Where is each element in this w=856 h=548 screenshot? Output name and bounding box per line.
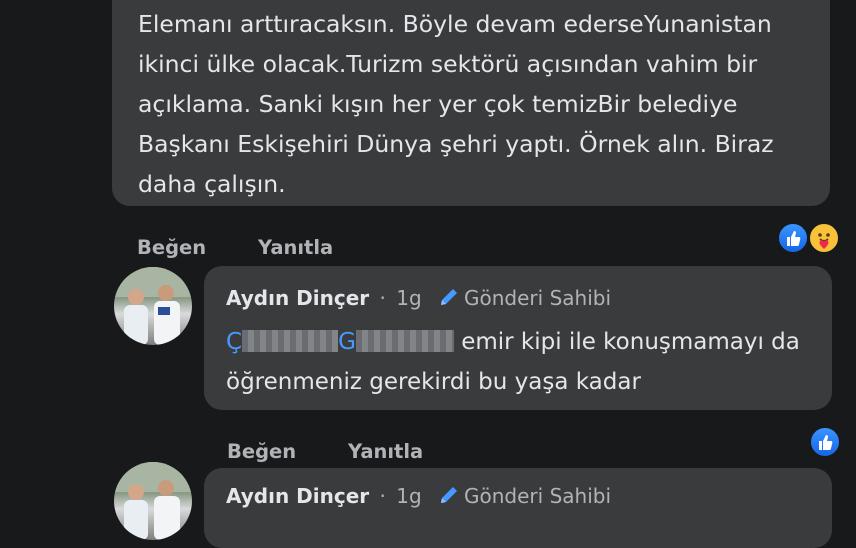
like-button[interactable]: Beğen [227, 440, 296, 463]
mention-initial: G [338, 329, 356, 355]
reply-button[interactable]: Yanıtla [348, 440, 423, 463]
pencil-icon [441, 289, 458, 305]
like-button[interactable]: Beğen [137, 236, 206, 259]
badge-label: Gönderi Sahibi [464, 484, 611, 508]
comment-bubble: Elemanı arttıracaksın. Böyle devam eders… [112, 0, 830, 206]
author-badge: Gönderi Sahibi [438, 286, 611, 310]
timestamp[interactable]: 1g [396, 286, 421, 310]
reply-header: Aydın Dinçer · 1g Gönderi Sahibi [226, 286, 611, 310]
author-name[interactable]: Aydın Dinçer [226, 484, 369, 508]
author-name[interactable]: Aydın Dinçer [226, 286, 369, 310]
reply-header: Aydın Dinçer · 1g Gönderi Sahibi [226, 484, 611, 508]
care-reaction-icon[interactable] [808, 222, 840, 254]
separator: · [379, 484, 386, 508]
like-reaction-icon[interactable] [809, 426, 841, 458]
redacted-text [242, 330, 339, 352]
comment-text: Elemanı arttıracaksın. Böyle devam eders… [138, 10, 774, 198]
like-reaction-icon[interactable] [777, 222, 809, 254]
mention-link[interactable]: ÇG [226, 329, 454, 355]
reply-bubble: Aydın Dinçer · 1g Gönderi Sahibi [204, 468, 832, 548]
avatar[interactable] [114, 267, 192, 345]
reply-button[interactable]: Yanıtla [258, 236, 333, 259]
timestamp[interactable]: 1g [396, 484, 421, 508]
badge-label: Gönderi Sahibi [464, 286, 611, 310]
pencil-icon [441, 487, 458, 503]
avatar[interactable] [114, 462, 192, 540]
reply-text: ÇG emir kipi ile konuşmamayı da öğrenmen… [226, 322, 826, 402]
reply-bubble: Aydın Dinçer · 1g Gönderi Sahibi ÇG emir… [204, 266, 832, 410]
mention-initial: Ç [226, 329, 243, 355]
author-badge: Gönderi Sahibi [438, 484, 611, 508]
redacted-text [355, 330, 454, 352]
separator: · [379, 286, 386, 310]
